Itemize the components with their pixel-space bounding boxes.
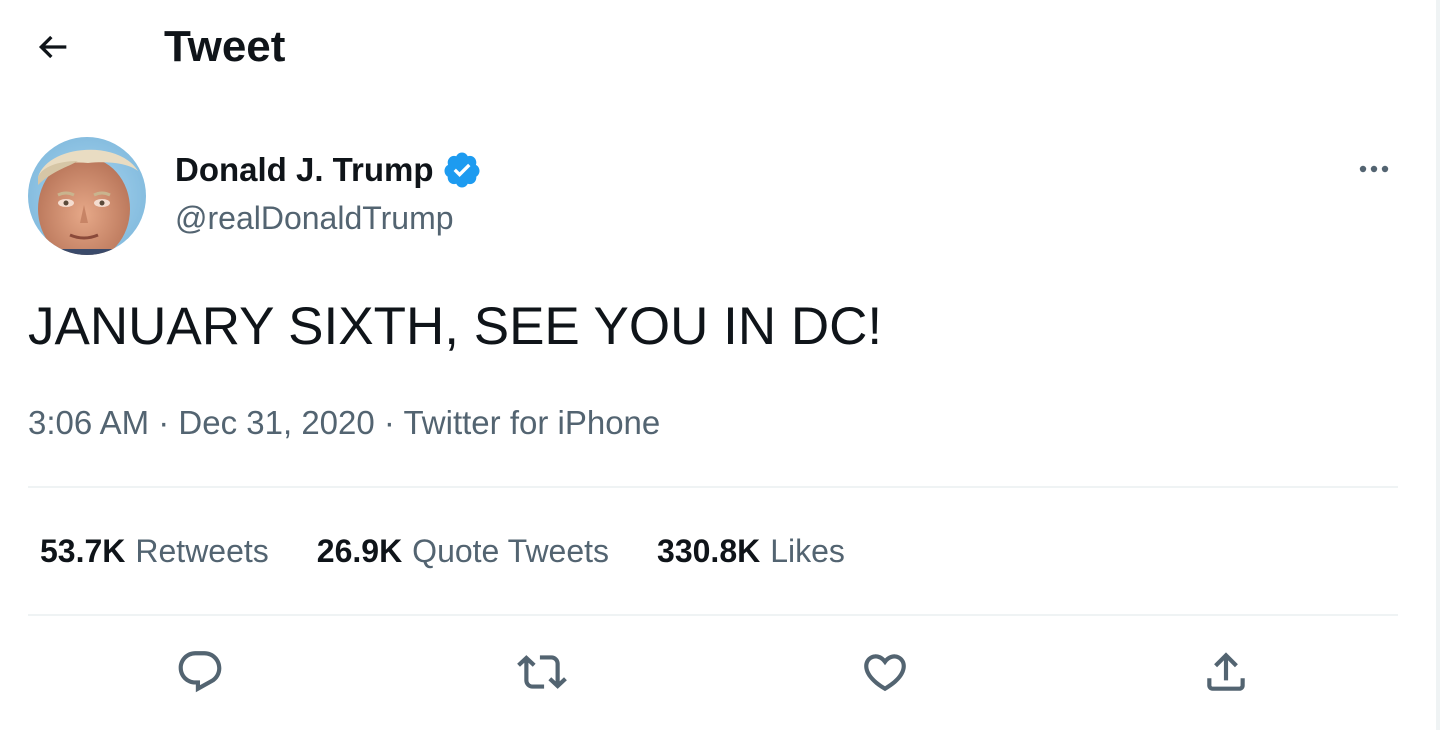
verified-badge-icon bbox=[442, 150, 482, 190]
retweets-stat[interactable]: 53.7K Retweets bbox=[40, 530, 269, 572]
more-dots-icon bbox=[1359, 165, 1389, 173]
tweet-source[interactable]: Twitter for iPhone bbox=[403, 404, 660, 441]
stat-label: Quote Tweets bbox=[412, 533, 610, 569]
meta-separator: · bbox=[158, 404, 179, 441]
share-icon bbox=[1207, 652, 1245, 691]
avatar[interactable] bbox=[28, 137, 146, 255]
tweet-text: JANUARY SIXTH, SEE YOU IN DC! bbox=[28, 297, 883, 356]
tweet-date[interactable]: Dec 31, 2020 bbox=[178, 404, 374, 441]
tweet-header: Tweet bbox=[0, 0, 1430, 92]
divider bbox=[28, 486, 1398, 488]
stat-count: 53.7K bbox=[40, 533, 126, 569]
more-options-button[interactable] bbox=[1346, 146, 1402, 192]
reply-button[interactable] bbox=[170, 642, 230, 702]
stat-count: 330.8K bbox=[657, 533, 761, 569]
page-title: Tweet bbox=[164, 22, 286, 71]
like-heart-icon bbox=[864, 654, 906, 692]
author-name-row: Donald J. Trump bbox=[175, 148, 482, 192]
like-button[interactable] bbox=[855, 642, 915, 702]
tweet-stats: 53.7K Retweets 26.9K Quote Tweets 330.8K… bbox=[40, 530, 893, 572]
stat-label: Likes bbox=[770, 533, 845, 569]
meta-separator: · bbox=[383, 404, 404, 441]
author-handle[interactable]: @realDonaldTrump bbox=[175, 198, 454, 238]
tweet-page: Tweet Donald J. Trump @realDonaldTrump J… bbox=[0, 0, 1440, 730]
tweet-meta: 3:06 AM · Dec 31, 2020 · Twitter for iPh… bbox=[28, 402, 660, 444]
author-name[interactable]: Donald J. Trump bbox=[175, 150, 434, 190]
stat-label: Retweets bbox=[135, 533, 269, 569]
retweet-icon bbox=[517, 655, 567, 689]
column-border bbox=[1436, 0, 1440, 730]
retweet-button[interactable] bbox=[512, 642, 572, 702]
divider bbox=[28, 614, 1398, 616]
tweet-time[interactable]: 3:06 AM bbox=[28, 404, 149, 441]
quote-tweets-stat[interactable]: 26.9K Quote Tweets bbox=[317, 530, 609, 572]
share-button[interactable] bbox=[1196, 642, 1256, 702]
avatar-image bbox=[28, 137, 146, 255]
arrow-left-icon bbox=[38, 35, 67, 59]
back-button[interactable] bbox=[26, 20, 80, 74]
stat-count: 26.9K bbox=[316, 533, 403, 569]
likes-stat[interactable]: 330.8K Likes bbox=[657, 530, 845, 572]
reply-icon bbox=[178, 651, 222, 693]
